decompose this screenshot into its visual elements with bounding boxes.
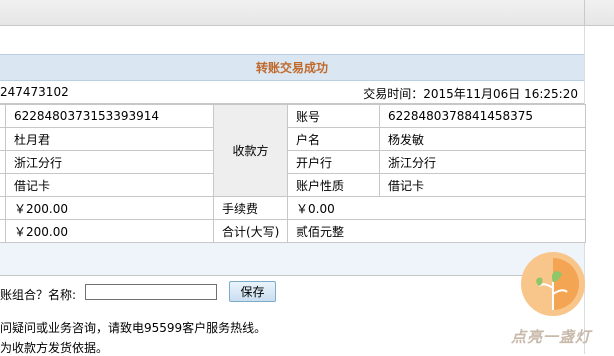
panel-title: 转账交易成功 <box>0 55 584 81</box>
save-name-label: 账组合？名称: <box>0 288 77 302</box>
panel-title-text: 转账交易成功 <box>255 61 328 75</box>
transaction-id: 247473102 <box>0 85 69 99</box>
payee-branch-label: 开户行 <box>287 150 380 174</box>
save-button[interactable]: 保存 <box>229 281 276 302</box>
fee-label: 手续费 <box>213 196 288 220</box>
payee-account-label: 账号 <box>287 104 380 128</box>
transaction-time-label: 交易时间： <box>363 87 424 101</box>
logo-text: 点亮一盏灯 <box>511 328 592 346</box>
notice-line-1: 问疑问或业务咨询，请致电95599客户服务热线。 <box>0 321 267 335</box>
fee-value: ￥0.00 <box>287 196 586 220</box>
top-toolbar <box>0 0 614 26</box>
table-row: 浙江分行 开户行 浙江分行 <box>0 150 586 174</box>
table-row: 杜月君 户名 杨发敏 <box>0 127 586 151</box>
table-row: ￥200.00 手续费 ￥0.00 <box>0 196 586 220</box>
transfer-amount: ￥200.00 <box>5 196 214 220</box>
transfer-details-table: 6228480373153393914 收款方 账号 6228480378841… <box>0 104 586 243</box>
transaction-time: 交易时间：2015年11月06日 16:25:20 <box>363 85 578 102</box>
table-row: ￥200.00 合计(大写) 贰佰元整 <box>0 219 586 243</box>
transaction-info-row: 247473102 交易时间：2015年11月06日 16:25:20 <box>0 81 584 104</box>
payee-card-type: 借记卡 <box>379 173 586 197</box>
toolbar-divider <box>584 0 585 25</box>
combination-name-input[interactable] <box>85 284 217 300</box>
payee-card-type-label: 账户性质 <box>287 173 380 197</box>
total-amount: ￥200.00 <box>5 219 214 243</box>
payer-branch: 浙江分行 <box>5 150 214 174</box>
payee-account: 6228480378841458375 <box>379 104 586 128</box>
payee-section-label: 收款方 <box>213 104 288 197</box>
table-row: 6228480373153393914 收款方 账号 6228480378841… <box>0 104 586 197</box>
payer-account: 6228480373153393914 <box>5 104 214 128</box>
payee-branch: 浙江分行 <box>379 150 586 174</box>
total-words-label: 合计(大写) <box>213 219 288 243</box>
payer-card-type: 借记卡 <box>5 173 214 197</box>
transaction-time-value: 2015年11月06日 16:25:20 <box>423 87 578 101</box>
payer-name: 杜月君 <box>5 127 214 151</box>
notice-line-2: 为收款方发货依据。 <box>0 341 109 355</box>
payee-name: 杨发敏 <box>379 127 586 151</box>
table-row: 借记卡 账户性质 借记卡 <box>0 173 586 197</box>
total-words: 贰佰元整 <box>287 219 586 243</box>
payee-name-label: 户名 <box>287 127 380 151</box>
